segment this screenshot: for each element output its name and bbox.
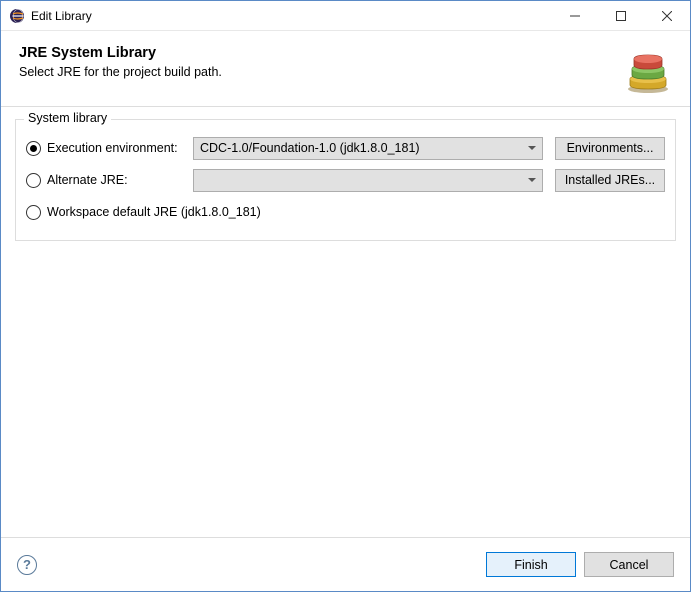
minimize-button[interactable] <box>552 1 598 31</box>
library-icon <box>618 45 672 95</box>
window-controls <box>552 1 690 31</box>
main-content: System library Execution environment: CD… <box>1 107 690 537</box>
installed-jres-button[interactable]: Installed JREs... <box>555 169 665 192</box>
close-button[interactable] <box>644 1 690 31</box>
workspace-row: Workspace default JRE (jdk1.8.0_181) <box>26 198 665 226</box>
exec-env-label[interactable]: Execution environment: <box>47 141 187 155</box>
cancel-button[interactable]: Cancel <box>584 552 674 577</box>
exec-env-radio[interactable] <box>26 141 41 156</box>
system-library-group: System library Execution environment: CD… <box>15 119 676 241</box>
workspace-radio[interactable] <box>26 205 41 220</box>
eclipse-icon <box>9 8 25 24</box>
workspace-label[interactable]: Workspace default JRE (jdk1.8.0_181) <box>47 205 261 219</box>
chevron-down-icon <box>528 178 536 182</box>
exec-env-row: Execution environment: CDC-1.0/Foundatio… <box>26 134 665 162</box>
page-title: JRE System Library <box>19 45 618 61</box>
alt-jre-radio[interactable] <box>26 173 41 188</box>
dialog-footer: ? Finish Cancel <box>1 537 690 591</box>
exec-env-combo[interactable]: CDC-1.0/Foundation-1.0 (jdk1.8.0_181) <box>193 137 543 160</box>
exec-env-combo-value: CDC-1.0/Foundation-1.0 (jdk1.8.0_181) <box>200 141 420 155</box>
environments-button[interactable]: Environments... <box>555 137 665 160</box>
help-icon[interactable]: ? <box>17 555 37 575</box>
page-description: Select JRE for the project build path. <box>19 65 618 79</box>
group-label: System library <box>24 111 111 125</box>
alt-jre-row: Alternate JRE: Installed JREs... <box>26 166 665 194</box>
chevron-down-icon <box>528 146 536 150</box>
window-title: Edit Library <box>31 9 552 23</box>
finish-button[interactable]: Finish <box>486 552 576 577</box>
title-bar: Edit Library <box>1 1 690 31</box>
alt-jre-combo[interactable] <box>193 169 543 192</box>
maximize-button[interactable] <box>598 1 644 31</box>
alt-jre-label[interactable]: Alternate JRE: <box>47 173 187 187</box>
dialog-header: JRE System Library Select JRE for the pr… <box>1 31 690 107</box>
